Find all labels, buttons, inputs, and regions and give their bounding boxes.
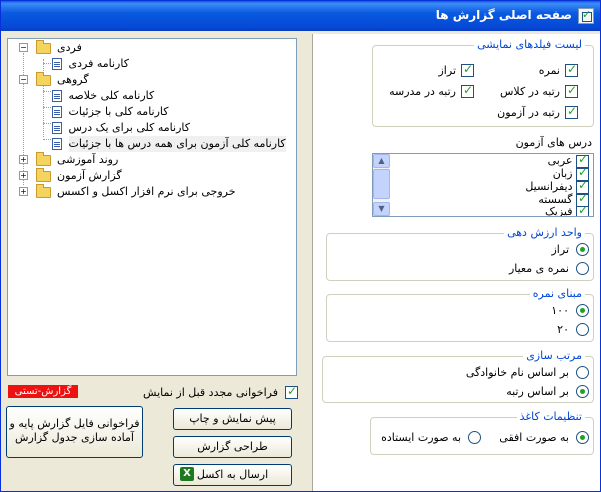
folder-icon — [35, 71, 51, 86]
score-base-group: مبنای نمره ۱۰۰ ۲۰ — [326, 287, 594, 342]
load-base-report-button[interactable]: فراخوانی فایل گزارش پایه و آماده سازی جد… — [6, 406, 143, 458]
tree-node-group-one-course[interactable]: کارنامه کلی برای یک درس — [52, 120, 190, 136]
courses-label: درس های آزمون — [515, 136, 592, 149]
field-score-checkbox[interactable] — [565, 62, 578, 77]
base-100-radio[interactable] — [576, 304, 589, 317]
field-school-rank-checkbox[interactable] — [461, 83, 474, 98]
expand-icon[interactable]: + — [19, 171, 28, 180]
sort-by-rank-radio[interactable] — [576, 385, 589, 398]
status-badge: گزارش-تستی — [8, 385, 78, 398]
folder-icon — [35, 151, 51, 166]
recall-checkbox[interactable] — [285, 384, 298, 399]
document-icon — [52, 138, 62, 150]
document-icon — [52, 106, 62, 118]
collapse-icon[interactable]: − — [19, 43, 28, 52]
folder-icon — [35, 167, 51, 182]
tree-node-excel-export[interactable]: + خروجی برای نرم افزار اکسل و اکسس — [12, 183, 236, 200]
checklist-icon — [578, 8, 594, 24]
tree-node-individual[interactable]: − فردی — [12, 39, 82, 56]
report-tree[interactable]: − فردی کارنامه فردی − گروهی کارنامه کلی … — [7, 38, 297, 376]
folder-icon — [35, 39, 51, 54]
tree-node-group-summary[interactable]: کارنامه کلی خلاصه — [52, 88, 154, 104]
document-icon — [52, 90, 62, 102]
field-class-rank-checkbox[interactable] — [565, 83, 578, 98]
paper-landscape-radio[interactable] — [576, 431, 589, 444]
unit-level-radio[interactable] — [576, 243, 589, 256]
title-bar[interactable]: صفحه اصلی گزارش ها — [1, 1, 600, 31]
scroll-down-icon[interactable]: ▼ — [373, 202, 390, 216]
document-icon — [52, 122, 62, 134]
document-icon — [52, 58, 62, 70]
recall-label: فراخوانی مجدد قبل از نمایش — [143, 386, 278, 399]
report-main-window: صفحه اصلی گزارش ها − فردی کارنامه فردی −… — [0, 0, 601, 492]
excel-icon: X — [180, 467, 194, 481]
expand-icon[interactable]: + — [19, 187, 28, 196]
base-20-radio[interactable] — [576, 323, 589, 336]
field-level-checkbox[interactable] — [461, 62, 474, 77]
folder-icon — [35, 183, 51, 198]
window-title: صفحه اصلی گزارش ها — [435, 8, 572, 22]
preview-print-button[interactable]: پیش نمایش و چاپ — [173, 408, 292, 430]
display-fields-group: لیست فیلدهای نمایشی نمره تراز رتبه در کل… — [372, 38, 594, 127]
unit-standard-score-radio[interactable] — [576, 262, 589, 275]
collapse-icon[interactable]: − — [19, 75, 28, 84]
course-item[interactable]: فیزیک — [545, 205, 589, 216]
unit-group: واحد ارزش دهی تراز نمره ی معیار — [326, 226, 594, 281]
scroll-thumb[interactable] — [373, 169, 390, 199]
paper-settings-group: تنظیمات کاغذ به صورت افقی به صورت ایستاد… — [370, 410, 594, 455]
tree-node-individual-report[interactable]: کارنامه فردی — [52, 56, 129, 72]
send-to-excel-button[interactable]: X ارسال به اکسل — [173, 464, 292, 486]
design-report-button[interactable]: طراحی گزارش — [173, 436, 292, 458]
tree-node-group-all-courses[interactable]: کارنامه کلی آزمون برای همه درس ها با جزئ… — [52, 136, 286, 152]
tree-node-educational-trend[interactable]: + روند آموزشی — [12, 151, 118, 168]
tree-node-group-detailed[interactable]: کارنامه کلی با جزئیات — [52, 104, 169, 120]
expand-icon[interactable]: + — [19, 155, 28, 164]
field-exam-rank-checkbox[interactable] — [565, 104, 578, 119]
scroll-up-icon[interactable]: ▲ — [373, 154, 390, 168]
tree-node-exam-report[interactable]: + گزارش آزمون — [12, 167, 122, 184]
courses-scrollbar[interactable]: ▲ ▼ — [373, 154, 390, 216]
sort-group: مرتب سازی بر اساس نام خانوادگی بر اساس ر… — [322, 349, 594, 403]
courses-list[interactable]: ▲ ▼ عربی زبان دیفرانسیل گسسته فیزیک — [372, 153, 594, 217]
sort-by-surname-radio[interactable] — [576, 366, 589, 379]
tree-node-group[interactable]: − گروهی — [12, 71, 89, 88]
paper-portrait-radio[interactable] — [468, 431, 481, 444]
